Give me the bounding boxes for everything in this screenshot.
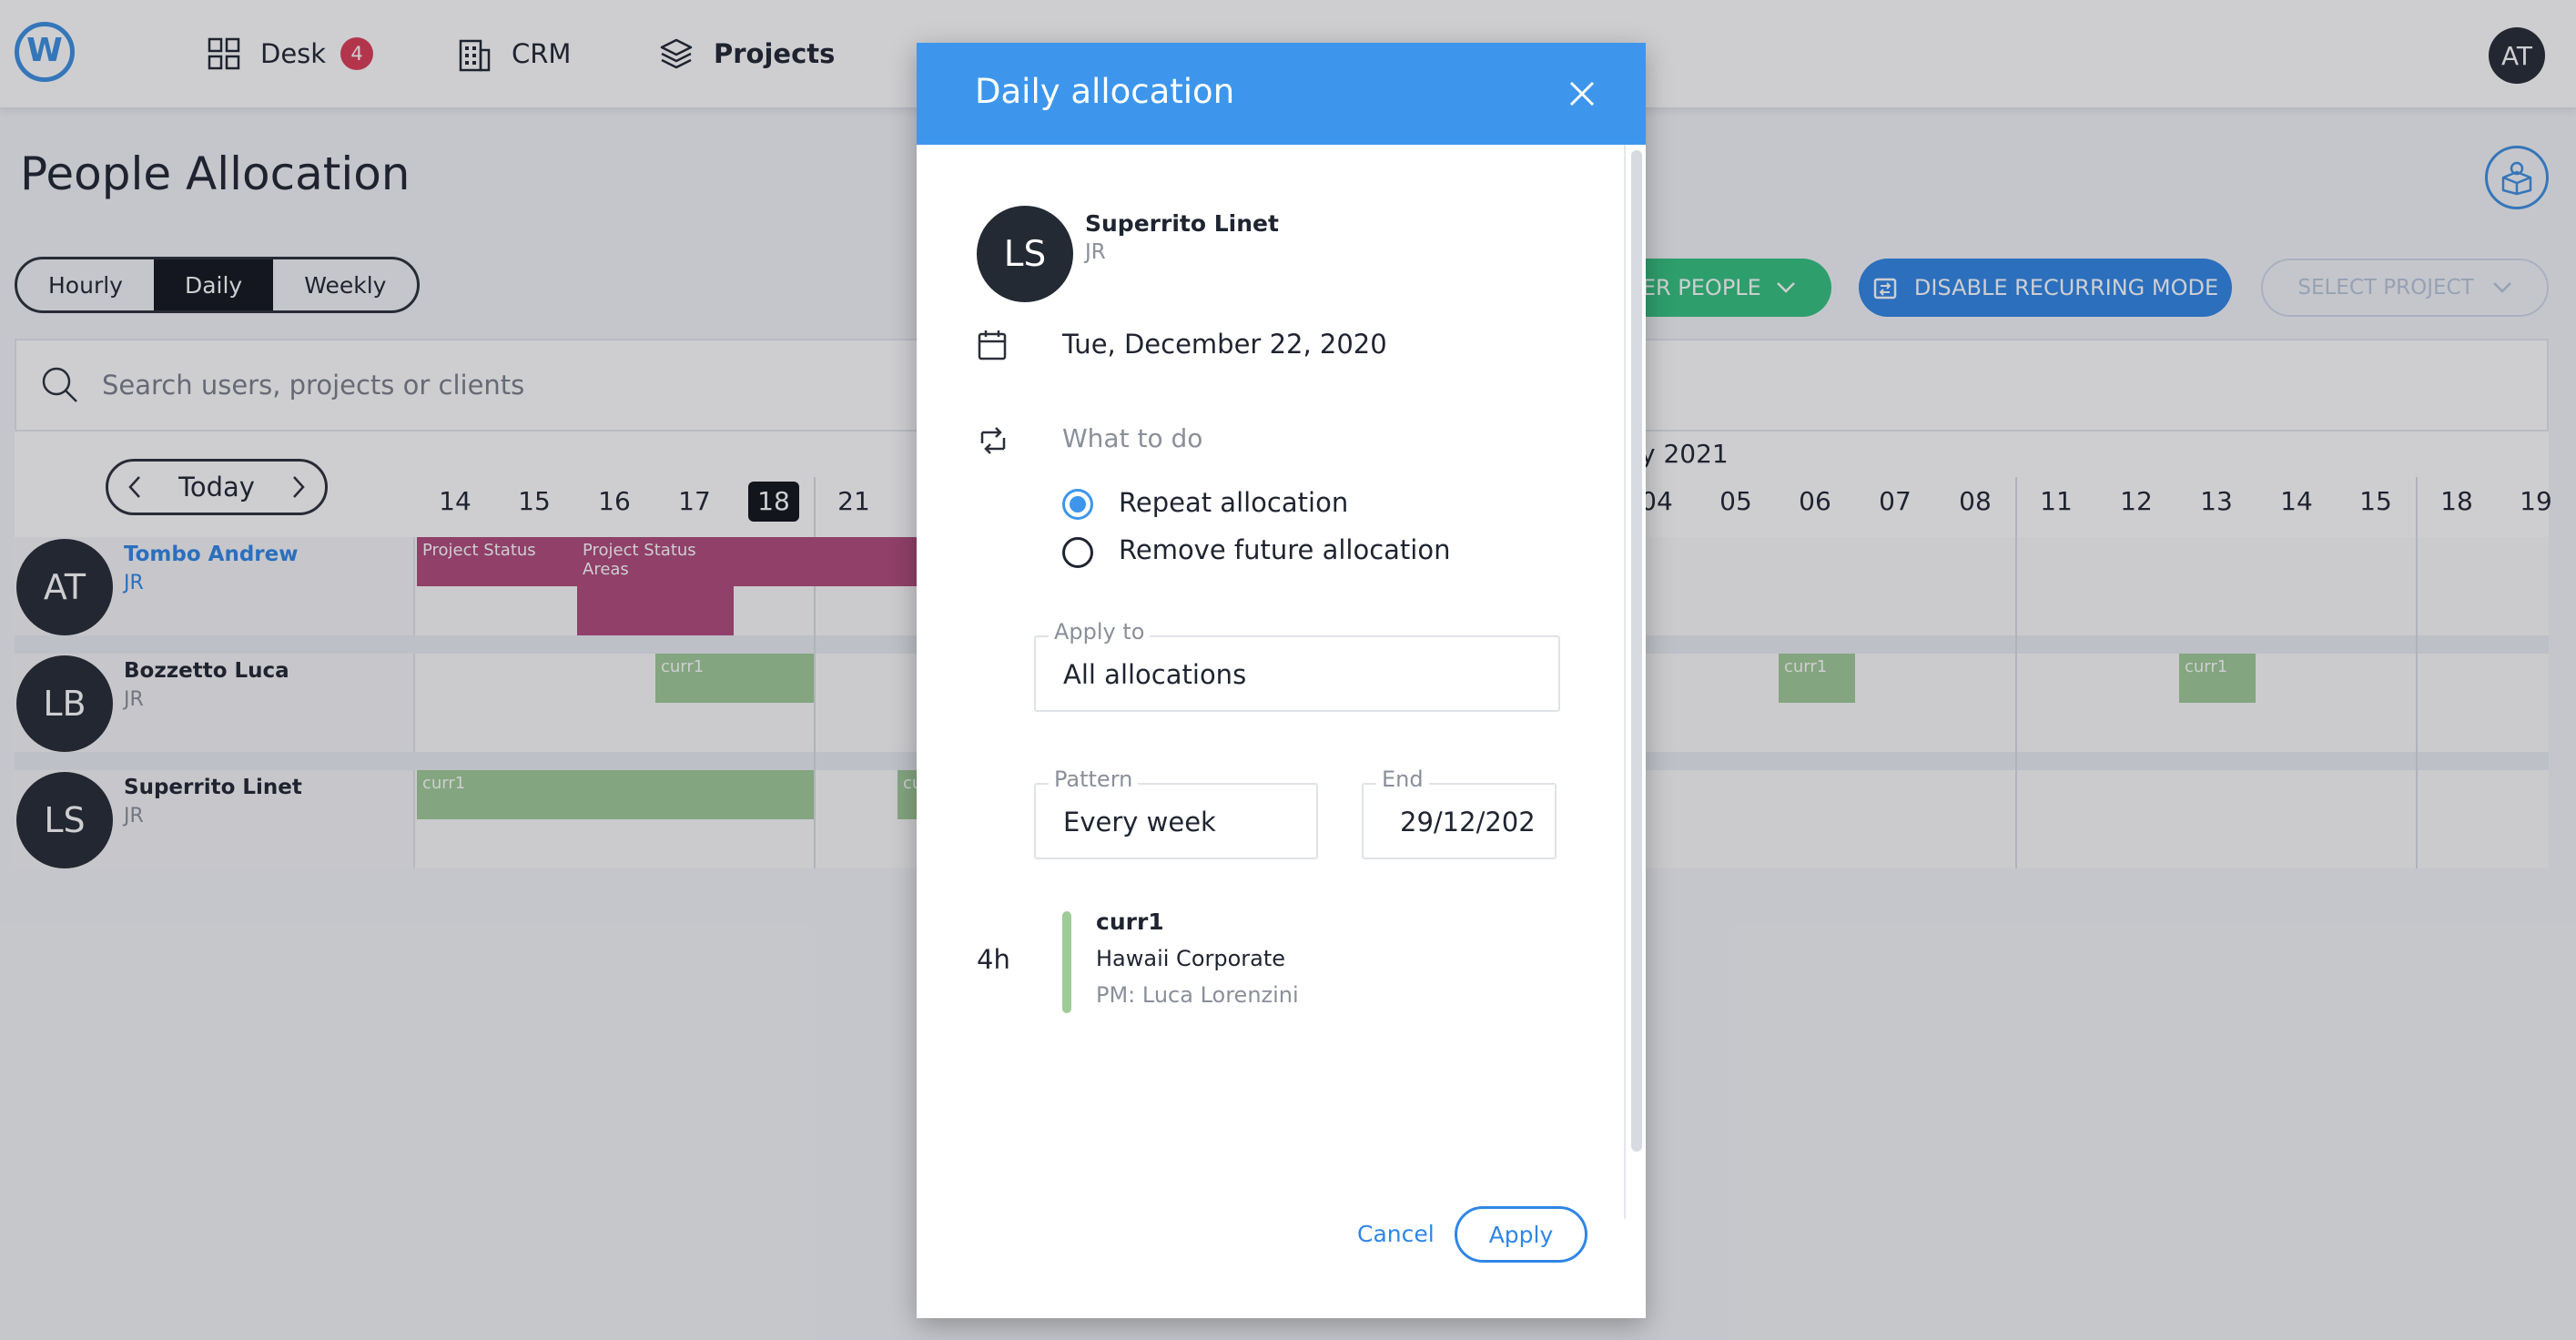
daily-allocation-dialog: Daily allocation LS Superrito Linet JR T… bbox=[917, 43, 1646, 1318]
project-name: curr1 bbox=[1096, 909, 1164, 935]
repeat-allocation-label[interactable]: Repeat allocation bbox=[1119, 487, 1348, 518]
scroll-track bbox=[1624, 145, 1626, 1219]
allocation-date: Tue, December 22, 2020 bbox=[1062, 329, 1387, 360]
pattern-select[interactable]: Pattern Every week bbox=[1034, 766, 1318, 859]
avatar: LS bbox=[977, 206, 1073, 302]
dialog-header: Daily allocation bbox=[917, 43, 1646, 145]
project-manager: PM: Luca Lorenzini bbox=[1096, 982, 1299, 1008]
scrollbar[interactable] bbox=[1631, 150, 1642, 1152]
project-color-bar bbox=[1062, 911, 1071, 1013]
cancel-button[interactable]: Cancel bbox=[1357, 1221, 1435, 1247]
allocation-hours: 4h bbox=[977, 944, 1010, 975]
apply-to-select[interactable]: Apply to All allocations bbox=[1034, 619, 1560, 712]
apply-button[interactable]: Apply bbox=[1455, 1206, 1587, 1263]
dialog-title: Daily allocation bbox=[975, 72, 1235, 111]
dialog-person-role: JR bbox=[1085, 240, 1106, 264]
client-name: Hawaii Corporate bbox=[1096, 946, 1286, 971]
end-date-value: 29/12/202 bbox=[1400, 807, 1536, 838]
end-date-field[interactable]: End 29/12/202 bbox=[1362, 766, 1557, 859]
close-icon[interactable] bbox=[1567, 79, 1597, 108]
end-label: End bbox=[1376, 766, 1429, 792]
dialog-person-name: Superrito Linet bbox=[1085, 210, 1279, 237]
remove-future-allocation-label[interactable]: Remove future allocation bbox=[1119, 534, 1450, 565]
repeat-allocation-radio[interactable] bbox=[1062, 489, 1093, 520]
apply-to-label: Apply to bbox=[1049, 619, 1151, 645]
apply-to-value: All allocations bbox=[1063, 659, 1247, 690]
what-to-do-label: What to do bbox=[1062, 423, 1203, 453]
calendar-icon bbox=[978, 330, 1007, 360]
remove-future-allocation-radio[interactable] bbox=[1062, 537, 1093, 568]
pattern-label: Pattern bbox=[1049, 766, 1139, 792]
recurring-icon bbox=[980, 427, 1006, 454]
pattern-value: Every week bbox=[1063, 807, 1216, 838]
